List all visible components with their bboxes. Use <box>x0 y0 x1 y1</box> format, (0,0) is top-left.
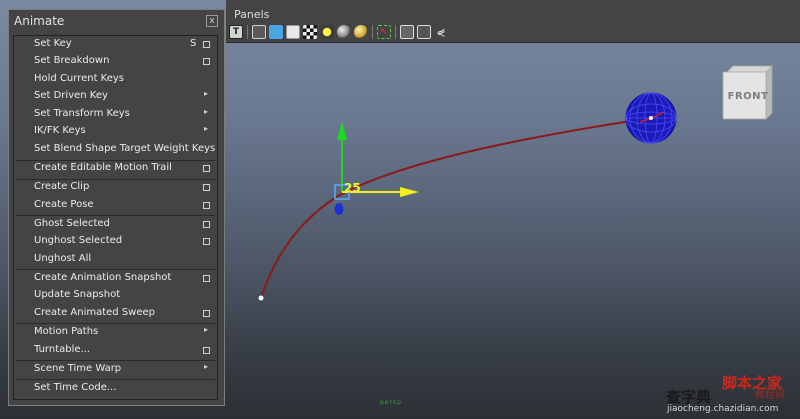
wireframe-cube-icon[interactable] <box>252 25 266 39</box>
menu-item-label: Set Blend Shape Target Weight Keys <box>34 143 216 154</box>
option-box-icon[interactable] <box>203 221 210 228</box>
textured-cube-icon[interactable] <box>286 25 300 39</box>
option-box-icon[interactable] <box>203 58 210 65</box>
smooth-shade-cube-icon[interactable] <box>269 25 283 39</box>
submenu-arrow-icon: ▸ <box>204 89 209 98</box>
menu-item-create-pose[interactable]: Create Pose <box>14 197 217 215</box>
menu-list: Set Key S Set Breakdown Hold Current Key… <box>13 35 218 400</box>
camera-name-label: persp <box>380 399 402 406</box>
menu-item-label: Unghost Selected <box>34 235 123 246</box>
trail-start-point[interactable] <box>258 295 264 301</box>
menu-item-label: Update Snapshot <box>34 289 121 300</box>
manipulator-z-handle[interactable] <box>334 203 344 215</box>
menu-item-unghost-selected[interactable]: Unghost Selected <box>14 233 217 251</box>
submenu-arrow-icon: ▸ <box>204 325 209 334</box>
menu-item-label: Set Time Code... <box>34 382 117 393</box>
menu-item-label: Set Breakdown <box>34 55 110 66</box>
option-box-icon[interactable] <box>203 347 210 354</box>
option-box-icon[interactable] <box>203 184 210 191</box>
menu-item-create-clip[interactable]: Create Clip <box>14 179 217 197</box>
menu-item-label: Turntable... <box>34 344 91 355</box>
motion-trail-curve[interactable] <box>260 117 651 299</box>
toolbar-separator <box>247 25 248 39</box>
text-t-icon[interactable]: T <box>229 25 243 39</box>
close-icon[interactable]: x <box>206 15 218 27</box>
menu-item-turntable[interactable]: Turntable... <box>14 342 217 360</box>
toolbar-separator <box>372 25 373 39</box>
panels-menu[interactable]: Panels <box>234 8 269 21</box>
menu-item-label: Unghost All <box>34 253 92 264</box>
viewcube-face-label[interactable]: FRONT <box>727 91 769 102</box>
hotkey-label: S <box>190 38 197 49</box>
menu-item-set-key[interactable]: Set Key S <box>14 36 217 54</box>
menu-item-set-breakdown[interactable]: Set Breakdown <box>14 53 217 71</box>
option-box-icon[interactable] <box>203 275 210 282</box>
menu-item-create-animated-sweep[interactable]: Create Animated Sweep <box>14 305 217 323</box>
toolbar-separator <box>395 25 396 39</box>
menu-item-update-snapshot[interactable]: Update Snapshot <box>14 287 217 305</box>
menu-item-label: Create Clip <box>34 181 90 192</box>
menu-item-unghost-all[interactable]: Unghost All <box>14 251 217 269</box>
menu-item-label: Hold Current Keys <box>34 73 125 84</box>
option-box-icon[interactable] <box>203 238 210 245</box>
trail-end-point[interactable] <box>649 116 653 120</box>
camera-frame-icon[interactable] <box>417 25 431 39</box>
menu-item-label: Set Transform Keys <box>34 108 130 119</box>
menu-item-hold-current-keys[interactable]: Hold Current Keys <box>14 71 217 89</box>
manipulator-x-arrow[interactable] <box>400 187 419 197</box>
menu-item-label: Scene Time Warp <box>34 363 122 374</box>
menu-item-label: IK/FK Keys <box>34 125 86 136</box>
menu-item-label: Ghost Selected <box>34 218 110 229</box>
checker-icon[interactable] <box>303 25 317 39</box>
menu-item-motion-paths[interactable]: Motion Paths ▸ <box>14 324 217 342</box>
animate-menu-window[interactable]: Animate x Set Key S Set Breakdown Hold C… <box>8 9 225 406</box>
menu-item-label: Create Animated Sweep <box>34 307 156 318</box>
menu-item-label: Set Driven Key <box>34 90 108 101</box>
menu-item-scene-time-warp[interactable]: Scene Time Warp ▸ <box>14 361 217 379</box>
submenu-arrow-icon: ▸ <box>204 124 209 133</box>
watermark-brand-sub: 教程网 <box>755 390 785 401</box>
menu-item-create-editable-motion-trail[interactable]: Create Editable Motion Trail <box>14 160 217 178</box>
menu-item-set-driven-key[interactable]: Set Driven Key ▸ <box>14 88 217 106</box>
option-box-icon[interactable] <box>203 310 210 317</box>
default-light-icon[interactable] <box>320 25 334 39</box>
menu-item-ghost-selected[interactable]: Ghost Selected <box>14 216 217 234</box>
menu-item-set-transform-keys[interactable]: Set Transform Keys ▸ <box>14 106 217 124</box>
manipulator-y-arrow[interactable] <box>337 121 347 140</box>
menu-item-label: Create Editable Motion Trail <box>34 162 172 173</box>
watermark-url: jiaocheng.chazidian.com <box>667 404 779 414</box>
panel-toolbar: T ↖ ⋞ <box>226 24 448 40</box>
menu-item-set-blend-shape-keys[interactable]: Set Blend Shape Target Weight Keys <box>14 141 217 159</box>
option-box-icon[interactable] <box>203 202 210 209</box>
menu-item-label: Create Animation Snapshot <box>34 272 172 283</box>
menu-item-label: Motion Paths <box>34 326 99 337</box>
frame-number-label: 25 <box>344 181 361 195</box>
motion-trail-icon[interactable]: ⋞ <box>434 25 448 39</box>
grey-sphere-icon[interactable] <box>337 25 351 39</box>
menu-item-ikfk-keys[interactable]: IK/FK Keys ▸ <box>14 123 217 141</box>
option-box-icon[interactable] <box>203 165 210 172</box>
submenu-arrow-icon: ▸ <box>204 362 209 371</box>
option-box-icon[interactable] <box>203 41 210 48</box>
submenu-arrow-icon: ▸ <box>204 107 209 116</box>
xray-cube-icon[interactable] <box>400 25 414 39</box>
menu-item-label: Set Key <box>34 38 72 49</box>
menu-item-set-time-code[interactable]: Set Time Code... <box>14 380 217 398</box>
menu-title: Animate <box>14 14 65 28</box>
menu-item-label: Create Pose <box>34 199 94 210</box>
gold-sphere-icon[interactable] <box>354 25 368 39</box>
isolate-select-icon[interactable]: ↖ <box>377 25 391 39</box>
menu-titlebar[interactable]: Animate x <box>9 10 224 32</box>
menu-item-create-animation-snapshot[interactable]: Create Animation Snapshot <box>14 270 217 288</box>
